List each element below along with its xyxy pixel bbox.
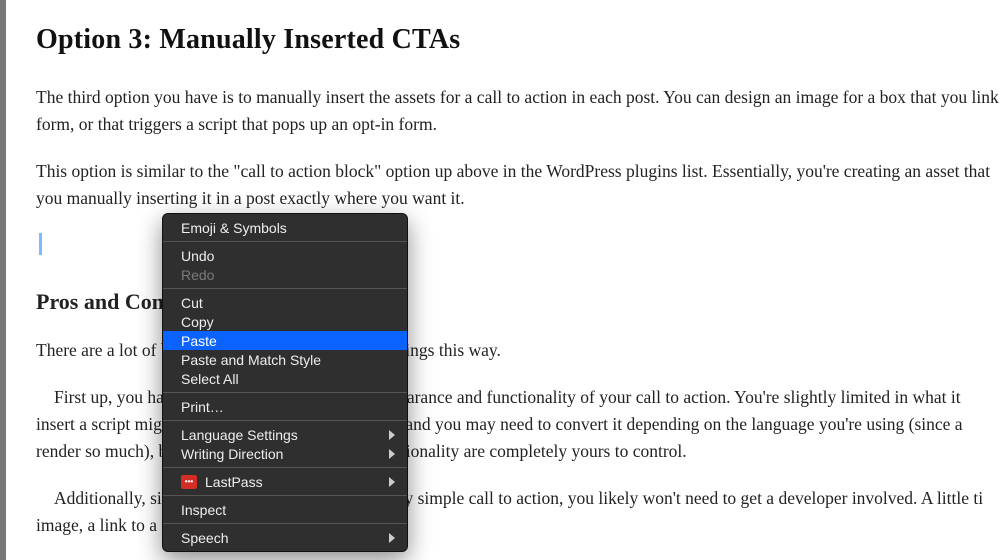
menu-separator: [163, 523, 407, 524]
menu-separator: [163, 467, 407, 468]
menu-item-copy[interactable]: Copy: [163, 312, 407, 331]
submenu-arrow-icon: [389, 449, 395, 459]
menu-separator: [163, 495, 407, 496]
menu-item-speech[interactable]: Speech: [163, 528, 407, 547]
menu-item-emoji-symbols[interactable]: Emoji & Symbols: [163, 218, 407, 237]
article-body: Option 3: Manually Inserted CTAs The thi…: [6, 0, 1000, 560]
menu-item-label: Speech: [181, 530, 228, 546]
menu-separator: [163, 420, 407, 421]
menu-item-paste-match-style[interactable]: Paste and Match Style: [163, 350, 407, 369]
menu-item-redo: Redo: [163, 265, 407, 284]
menu-separator: [163, 288, 407, 289]
text-cursor: [39, 233, 42, 255]
menu-separator: [163, 392, 407, 393]
paragraph: The third option you have is to manually…: [36, 84, 1000, 138]
submenu-arrow-icon: [389, 533, 395, 543]
menu-item-writing-direction[interactable]: Writing Direction: [163, 444, 407, 463]
menu-item-label: Writing Direction: [181, 446, 283, 462]
context-menu: Emoji & Symbols Undo Redo Cut Copy Paste…: [162, 213, 408, 552]
submenu-arrow-icon: [389, 477, 395, 487]
menu-separator: [163, 241, 407, 242]
menu-item-cut[interactable]: Cut: [163, 293, 407, 312]
menu-item-print[interactable]: Print…: [163, 397, 407, 416]
menu-item-paste[interactable]: Paste: [163, 331, 407, 350]
lastpass-icon: •••: [181, 475, 197, 489]
menu-item-lastpass[interactable]: ••• LastPass: [163, 472, 407, 491]
menu-item-select-all[interactable]: Select All: [163, 369, 407, 388]
paragraph: This option is similar to the "call to a…: [36, 158, 1000, 212]
menu-item-undo[interactable]: Undo: [163, 246, 407, 265]
menu-item-label: LastPass: [205, 474, 263, 490]
submenu-arrow-icon: [389, 430, 395, 440]
section-heading: Option 3: Manually Inserted CTAs: [36, 24, 1000, 56]
menu-item-language-settings[interactable]: Language Settings: [163, 425, 407, 444]
menu-item-label: Language Settings: [181, 427, 298, 443]
menu-item-inspect[interactable]: Inspect: [163, 500, 407, 519]
